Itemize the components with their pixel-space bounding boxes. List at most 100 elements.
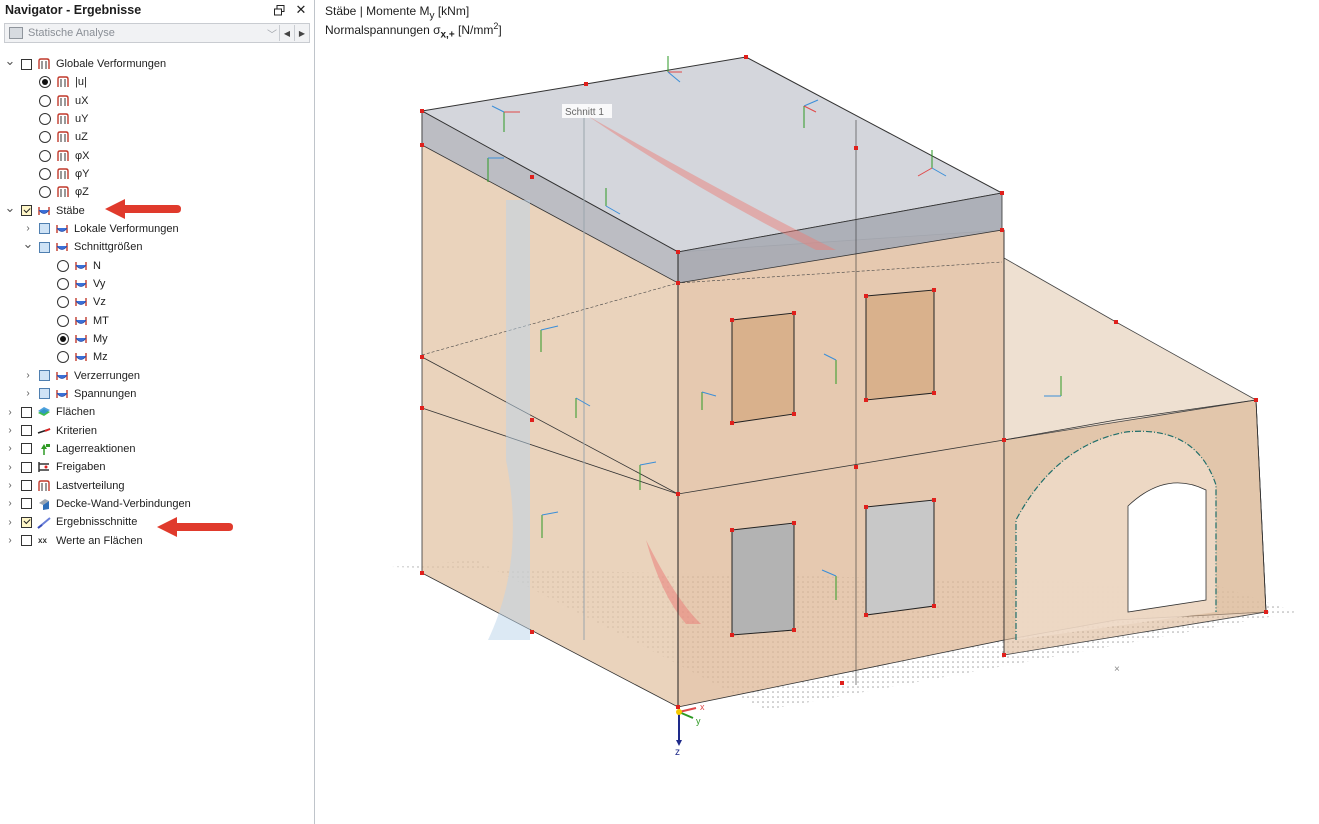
checkbox[interactable] — [21, 516, 32, 528]
deformation-icon — [56, 167, 70, 181]
tree-item-flächen[interactable]: › Flächen — [4, 403, 95, 421]
tree-item-lagerreaktionen[interactable]: › Lagerreaktionen — [4, 440, 136, 458]
tree-item-n[interactable]: N — [40, 257, 101, 275]
analysis-type-select[interactable]: Statische Analyse ﹀ ◀ ▶ — [4, 23, 310, 43]
tree-item-ux[interactable]: uX — [22, 92, 88, 110]
expand-chevron-icon[interactable]: › — [4, 403, 16, 421]
checkbox[interactable] — [21, 406, 32, 418]
navigator-panel: Navigator - Ergebnisse ✕ Statische Analy… — [0, 0, 315, 824]
navigator-title: Navigator - Ergebnisse — [5, 3, 142, 17]
tree-item-kriterien[interactable]: › Kriterien — [4, 422, 97, 440]
tree-item-globale-verformungen[interactable]: ⌄ Globale Verformungen — [4, 52, 167, 73]
radio-button[interactable] — [39, 149, 51, 162]
expand-chevron-icon[interactable]: › — [4, 422, 16, 440]
previous-arrow-icon[interactable]: ◀ — [279, 25, 294, 41]
tree-item-mz[interactable]: Mz — [40, 348, 108, 366]
tree-item-lastverteilung[interactable]: › Lastverteilung — [4, 477, 124, 495]
radio-button[interactable] — [57, 259, 69, 272]
tree-item-spannungen[interactable]: › Spannungen — [22, 385, 136, 403]
radio-button[interactable] — [39, 131, 51, 144]
radio-button[interactable] — [39, 112, 51, 125]
tree-item-uuu[interactable]: |u| — [22, 73, 87, 91]
expand-chevron-icon[interactable]: › — [4, 532, 16, 550]
checkbox[interactable] — [21, 461, 32, 473]
expand-chevron-icon[interactable]: › — [22, 385, 34, 403]
radio-button[interactable] — [39, 186, 51, 199]
radio-button[interactable] — [57, 351, 69, 364]
checkbox[interactable] — [39, 223, 50, 235]
tree-item-label: Schnittgrößen — [74, 241, 143, 254]
tree-item-verzerrungen[interactable]: › Verzerrungen — [22, 367, 140, 385]
window-upper-1[interactable] — [731, 312, 795, 424]
tree-item-uy[interactable]: uY — [22, 110, 88, 128]
checkbox[interactable] — [39, 370, 50, 382]
checkbox[interactable] — [39, 388, 50, 400]
expand-chevron-icon[interactable]: › — [4, 458, 16, 476]
chevron-down-icon[interactable]: ﹀ — [265, 26, 279, 41]
expand-chevron-icon[interactable]: › — [4, 440, 16, 458]
arch-inner[interactable] — [1127, 482, 1207, 613]
window-lower-2[interactable] — [865, 499, 935, 616]
radio-button[interactable] — [39, 167, 51, 180]
member-icon — [74, 332, 88, 346]
tree-item-my[interactable]: My — [40, 330, 108, 348]
tree-item-schnittgrößen[interactable]: ⌄ Schnittgrößen — [22, 235, 143, 256]
tree-item-label: |u| — [75, 76, 87, 89]
radio-button[interactable] — [57, 296, 69, 309]
window-lower-1[interactable] — [731, 522, 795, 636]
checkbox[interactable] — [21, 535, 32, 547]
model-viewport[interactable]: Stäbe | Momente My [kNm] Normalspannunge… — [316, 0, 1319, 824]
radio-button[interactable] — [57, 314, 69, 327]
expand-chevron-icon[interactable]: › — [4, 513, 16, 531]
tree-item-mt[interactable]: MT — [40, 312, 109, 330]
tree-item-werte-an-flächen[interactable]: › xx Werte an Flächen — [4, 532, 143, 550]
float-window-icon[interactable] — [272, 3, 286, 17]
tree-item-vz[interactable]: Vz — [40, 293, 106, 311]
tree-item-vy[interactable]: Vy — [40, 275, 105, 293]
tree-item-φz[interactable]: φZ — [22, 183, 89, 201]
close-icon[interactable]: ✕ — [294, 2, 308, 17]
tree-item-φy[interactable]: φY — [22, 165, 89, 183]
tree-item-label: Globale Verformungen — [56, 58, 167, 70]
deformation-icon — [56, 94, 70, 108]
checkbox[interactable] — [21, 58, 32, 70]
member-icon — [55, 369, 69, 383]
collapse-chevron-icon[interactable]: ⌄ — [4, 199, 16, 217]
expand-chevron-icon[interactable]: › — [4, 477, 16, 495]
tree-item-label: N — [93, 259, 101, 272]
expand-chevron-icon[interactable]: › — [4, 495, 16, 513]
radio-button[interactable] — [39, 76, 51, 89]
tree-item-uz[interactable]: uZ — [22, 128, 88, 146]
front-wall[interactable] — [677, 229, 1005, 708]
radio-button[interactable] — [57, 332, 69, 345]
member-icon — [55, 387, 69, 401]
radio-button[interactable] — [57, 277, 69, 290]
collapse-chevron-icon[interactable]: ⌄ — [4, 52, 16, 70]
checkbox[interactable] — [21, 425, 32, 437]
checkbox[interactable] — [21, 480, 32, 492]
tree-item-φx[interactable]: φX — [22, 147, 89, 165]
structure-model-graphic[interactable]: Schnitt 1 z y x × — [316, 0, 1319, 824]
tree-item-label: Stäbe — [56, 204, 85, 217]
collapse-chevron-icon[interactable]: ⌄ — [22, 235, 34, 253]
checkbox[interactable] — [21, 498, 32, 510]
tree-item-stäbe[interactable]: ⌄ Stäbe — [4, 199, 85, 220]
checkbox[interactable] — [39, 241, 50, 253]
next-arrow-icon[interactable]: ▶ — [294, 25, 309, 41]
tree-item-label: uZ — [75, 131, 88, 144]
radio-button[interactable] — [39, 94, 51, 107]
window-upper-2[interactable] — [865, 289, 935, 401]
expand-chevron-icon[interactable]: › — [22, 367, 34, 385]
checkbox[interactable] — [21, 443, 32, 455]
tree-item-label: Werte an Flächen — [56, 534, 143, 547]
tree-item-freigaben[interactable]: › Freigaben — [4, 458, 105, 476]
tree-item-decke-wand-verbindungen[interactable]: › Decke-Wand-Verbindungen — [4, 495, 191, 513]
tree-item-ergebnisschnitte[interactable]: › Ergebnisschnitte — [4, 513, 137, 531]
checkbox[interactable] — [21, 205, 32, 217]
tree-item-label: Decke-Wand-Verbindungen — [56, 497, 191, 510]
support-reactions-icon — [37, 442, 51, 456]
